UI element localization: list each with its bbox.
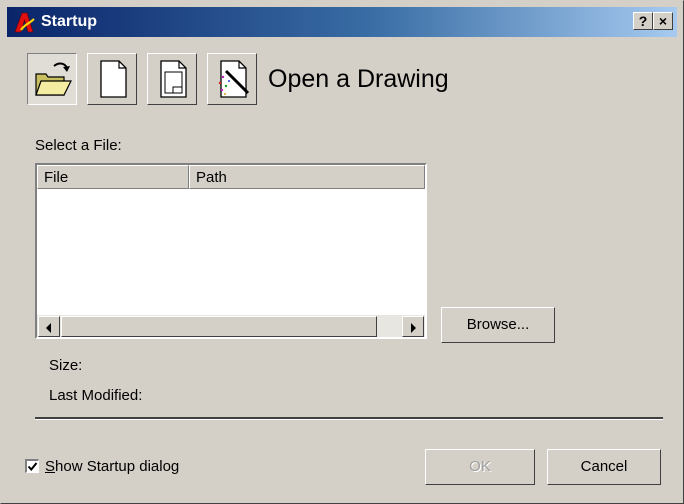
arrow-left-icon (46, 323, 51, 333)
file-list[interactable]: File Path (35, 163, 427, 339)
horizontal-scrollbar[interactable] (37, 315, 425, 337)
wizard-icon (218, 60, 250, 98)
ok-button[interactable]: OK (425, 449, 535, 485)
open-drawing-button[interactable] (27, 53, 77, 105)
arrow-right-icon (411, 323, 416, 333)
scrollbar-thumb[interactable] (61, 316, 377, 337)
cancel-button[interactable]: Cancel (547, 449, 661, 485)
open-folder-icon (35, 62, 72, 96)
scroll-right-button[interactable] (402, 316, 424, 337)
column-header-file[interactable]: File (37, 165, 189, 189)
select-file-label: Select a File: (35, 137, 122, 154)
show-startup-label[interactable]: Show Startup dialog (45, 458, 179, 475)
last-modified-label: Last Modified: (49, 387, 143, 404)
title-bar[interactable]: Startup ? × (7, 7, 677, 37)
divider (35, 417, 663, 420)
column-header-path[interactable]: Path (189, 165, 425, 189)
help-button[interactable]: ? (633, 12, 653, 30)
checkmark-icon (27, 462, 38, 472)
window-title: Startup (41, 13, 97, 30)
template-page-icon (160, 60, 187, 98)
browse-button[interactable]: Browse... (441, 307, 555, 343)
show-startup-checkbox[interactable] (25, 459, 39, 473)
size-label: Size: (49, 357, 83, 374)
start-from-scratch-button[interactable] (87, 53, 137, 105)
use-wizard-button[interactable] (207, 53, 257, 105)
blank-page-icon (100, 60, 127, 98)
startup-dialog: Startup ? × Open a Drawing Select a File… (0, 0, 684, 504)
autocad-logo-icon (14, 12, 35, 33)
scroll-left-button[interactable] (38, 316, 60, 337)
close-button[interactable]: × (653, 12, 673, 30)
use-template-button[interactable] (147, 53, 197, 105)
page-title: Open a Drawing (268, 65, 449, 93)
